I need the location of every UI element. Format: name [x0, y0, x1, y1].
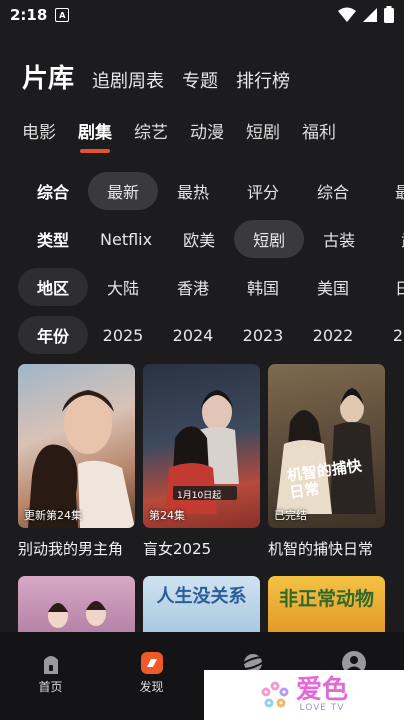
- page-title: 片库: [22, 64, 75, 94]
- poster-title-text: 非正常动物: [278, 588, 374, 610]
- tab-anime[interactable]: 动漫: [190, 118, 224, 143]
- nav-discover[interactable]: 发现: [101, 632, 202, 720]
- filter-chip-2025[interactable]: 2025: [88, 316, 158, 354]
- filter-chip-netflix[interactable]: Netflix: [88, 220, 164, 258]
- poster-art: [48, 601, 106, 628]
- filter-label-type: 类型: [36, 231, 69, 250]
- episode-badge: 已完结: [274, 509, 307, 522]
- filter-row-type: 类型 Netflix 欧美 短剧 古装 武: [18, 220, 404, 258]
- category-tabs: 电影 剧集 综艺 动漫 短剧 福利: [22, 118, 336, 153]
- nav-home-label: 首页: [38, 680, 63, 694]
- brand-name: 爱色: [295, 675, 348, 705]
- nav-home[interactable]: 首页: [0, 632, 101, 720]
- filter-chip-hottest[interactable]: 最热: [158, 172, 228, 210]
- poster-art: [165, 390, 239, 514]
- page-header: 片库 追剧周表 专题 排行榜: [22, 58, 290, 95]
- filter-chip-rating[interactable]: 评分: [228, 172, 298, 210]
- tab-welfare[interactable]: 福利: [302, 118, 336, 143]
- brand-watermark: 爱色 LOVE TV: [204, 670, 404, 720]
- filter-chip-korea[interactable]: 韩国: [228, 268, 298, 306]
- poster-image: 机智的捕快日常 已完结: [268, 364, 385, 528]
- filter-chip-western[interactable]: 欧美: [164, 220, 234, 258]
- card-title: 别动我的男主角: [18, 540, 124, 558]
- filter-label-region: 地区: [18, 268, 88, 306]
- filter-chip-2024[interactable]: 2024: [158, 316, 228, 354]
- content-card-partial[interactable]: 非正常动物: [268, 576, 385, 632]
- filter-chip-costume[interactable]: 古装: [304, 220, 374, 258]
- filter-chip-usa[interactable]: 美国: [298, 268, 368, 306]
- discover-icon: [140, 652, 163, 674]
- filter-chip-2023[interactable]: 2023: [228, 316, 298, 354]
- card-title: 盲女2025: [143, 540, 212, 558]
- filter-chip-region-more[interactable]: 日: [368, 268, 404, 306]
- poster-image: 1月10日起 第24集: [143, 364, 260, 528]
- poster-art: [28, 390, 135, 528]
- content-card[interactable]: 1月10日起 第24集 盲女2025: [143, 364, 260, 559]
- episode-badge: 更新第24集: [24, 509, 82, 522]
- notification-icon: A: [55, 8, 70, 22]
- filter-label-year: 年份: [18, 316, 88, 354]
- content-card-partial[interactable]: [18, 576, 135, 632]
- header-link-ranking[interactable]: 排行榜: [236, 67, 290, 93]
- poster-date-text: 1月10日起: [177, 491, 222, 501]
- filter-row-year: 年份 2025 2024 2023 2022 20: [18, 316, 404, 354]
- filter-row-sort: 综合 最新 最热 评分 综合 最: [18, 172, 404, 210]
- episode-badge: 第24集: [149, 509, 185, 522]
- filter-chip-2022[interactable]: 2022: [298, 316, 368, 354]
- tab-short-drama[interactable]: 短剧: [246, 118, 280, 143]
- header-link-schedule[interactable]: 追剧周表: [92, 67, 164, 93]
- brand-logo-icon: [261, 681, 289, 708]
- filter-chip-short-drama[interactable]: 短剧: [234, 220, 305, 258]
- content-card[interactable]: 机智的捕快日常 已完结 机智的捕快日常: [268, 364, 385, 559]
- nav-discover-label: 发现: [139, 680, 164, 694]
- home-icon: [43, 656, 58, 674]
- card-title: 机智的捕快日常: [268, 540, 374, 558]
- filter-chip-year-more[interactable]: 20: [368, 316, 404, 354]
- tab-series[interactable]: 剧集: [78, 118, 112, 153]
- filter-chip-hongkong[interactable]: 香港: [158, 268, 228, 306]
- status-time: 2:18: [10, 6, 48, 24]
- filter-row-region: 地区 大陆 香港 韩国 美国 日: [18, 268, 404, 306]
- filter-label-sort: 综合: [36, 183, 69, 202]
- filter-chip-latest[interactable]: 最新: [88, 172, 158, 210]
- filter-chip-type-more[interactable]: 武: [374, 220, 404, 258]
- poster-image: 更新第24集: [18, 364, 135, 528]
- poster-art: [276, 388, 376, 514]
- status-icons: [338, 6, 394, 23]
- content-card[interactable]: 更新第24集 别动我的男主角: [18, 364, 135, 559]
- wifi-icon: [338, 7, 356, 22]
- header-link-topics[interactable]: 专题: [182, 67, 218, 93]
- poster-title-text: 人生没关系: [156, 586, 247, 607]
- content-card-partial[interactable]: 人生没关系: [143, 576, 260, 632]
- tab-movies[interactable]: 电影: [22, 118, 56, 143]
- signal-icon: [363, 7, 377, 22]
- brand-subtitle: LOVE TV: [299, 703, 345, 713]
- brand-text-block: 爱色 LOVE TV: [296, 677, 348, 713]
- filter-chip-sort-more[interactable]: 最: [368, 172, 404, 210]
- battery-icon: [384, 6, 394, 23]
- filter-chip-overall[interactable]: 综合: [298, 172, 368, 210]
- status-bar: 2:18 A: [0, 0, 404, 30]
- tab-variety[interactable]: 综艺: [134, 118, 168, 143]
- filter-chip-mainland[interactable]: 大陆: [88, 268, 158, 306]
